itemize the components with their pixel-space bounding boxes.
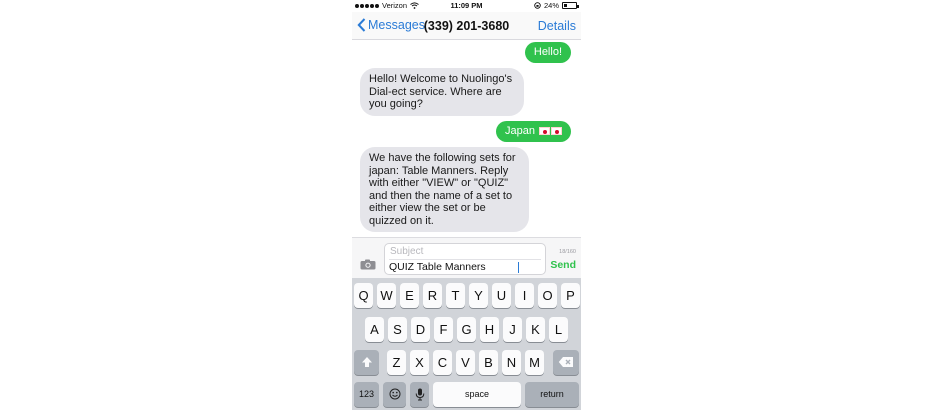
message-bubble-incoming[interactable]: We have the following sets for japan: Ta… <box>360 147 529 232</box>
key-f[interactable]: F <box>434 317 453 342</box>
keyboard: Q W E R T Y U I O P A S D F G H J K L Z <box>352 278 581 410</box>
key-r[interactable]: R <box>423 283 442 308</box>
return-key[interactable]: return <box>525 382 579 407</box>
status-bar: Verizon 11:09 PM 24% <box>352 0 581 12</box>
key-a[interactable]: A <box>365 317 384 342</box>
compose-bar: Subject 18/160 Send <box>352 237 581 278</box>
message-bubble-outgoing[interactable]: Japan <box>496 121 571 142</box>
message-bubble-outgoing[interactable]: Hello! <box>524 42 571 63</box>
japan-flag-icon <box>551 127 562 135</box>
rotation-lock-icon <box>534 2 541 9</box>
key-c[interactable]: C <box>433 350 452 375</box>
key-k[interactable]: K <box>526 317 545 342</box>
japan-flag-icon <box>539 127 550 135</box>
key-g[interactable]: G <box>457 317 476 342</box>
key-n[interactable]: N <box>502 350 521 375</box>
dictation-key[interactable] <box>410 382 429 407</box>
camera-icon[interactable] <box>360 259 376 270</box>
key-h[interactable]: H <box>480 317 499 342</box>
delete-icon <box>558 357 573 367</box>
phone-screen: Verizon 11:09 PM 24% Messages (339) 201-… <box>352 0 581 410</box>
character-counter: 18/160 <box>559 249 576 255</box>
key-d[interactable]: D <box>411 317 430 342</box>
key-o[interactable]: O <box>538 283 557 308</box>
send-button[interactable]: Send <box>550 259 576 271</box>
key-q[interactable]: Q <box>354 283 373 308</box>
shift-key[interactable] <box>354 350 379 375</box>
key-b[interactable]: B <box>479 350 498 375</box>
message-field: Subject <box>384 243 546 275</box>
delete-key[interactable] <box>553 350 579 375</box>
space-key[interactable]: space <box>433 382 521 407</box>
battery-percent: 24% <box>543 1 559 10</box>
emoji-key[interactable] <box>383 382 406 407</box>
key-x[interactable]: X <box>410 350 429 375</box>
numbers-key[interactable]: 123 <box>354 382 379 407</box>
key-p[interactable]: P <box>561 283 580 308</box>
message-text: Japan <box>505 125 535 137</box>
key-s[interactable]: S <box>388 317 407 342</box>
key-v[interactable]: V <box>456 350 475 375</box>
key-u[interactable]: U <box>492 283 511 308</box>
key-l[interactable]: L <box>549 317 568 342</box>
details-button[interactable]: Details <box>538 19 576 33</box>
text-cursor <box>518 262 519 273</box>
key-t[interactable]: T <box>446 283 465 308</box>
message-bubble-incoming[interactable]: Hello! Welcome to Nuolingo's Dial-ect se… <box>360 68 524 116</box>
microphone-icon <box>415 388 424 401</box>
subject-field[interactable]: Subject <box>390 246 423 257</box>
key-j[interactable]: J <box>503 317 522 342</box>
shift-icon <box>361 357 372 367</box>
key-y[interactable]: Y <box>469 283 488 308</box>
battery-icon <box>562 2 579 9</box>
emoji-icon <box>389 388 400 400</box>
key-z[interactable]: Z <box>387 350 406 375</box>
nav-bar: Messages (339) 201-3680 Details <box>352 12 581 40</box>
key-i[interactable]: I <box>515 283 534 308</box>
key-w[interactable]: W <box>377 283 396 308</box>
key-m[interactable]: M <box>525 350 544 375</box>
key-e[interactable]: E <box>400 283 419 308</box>
